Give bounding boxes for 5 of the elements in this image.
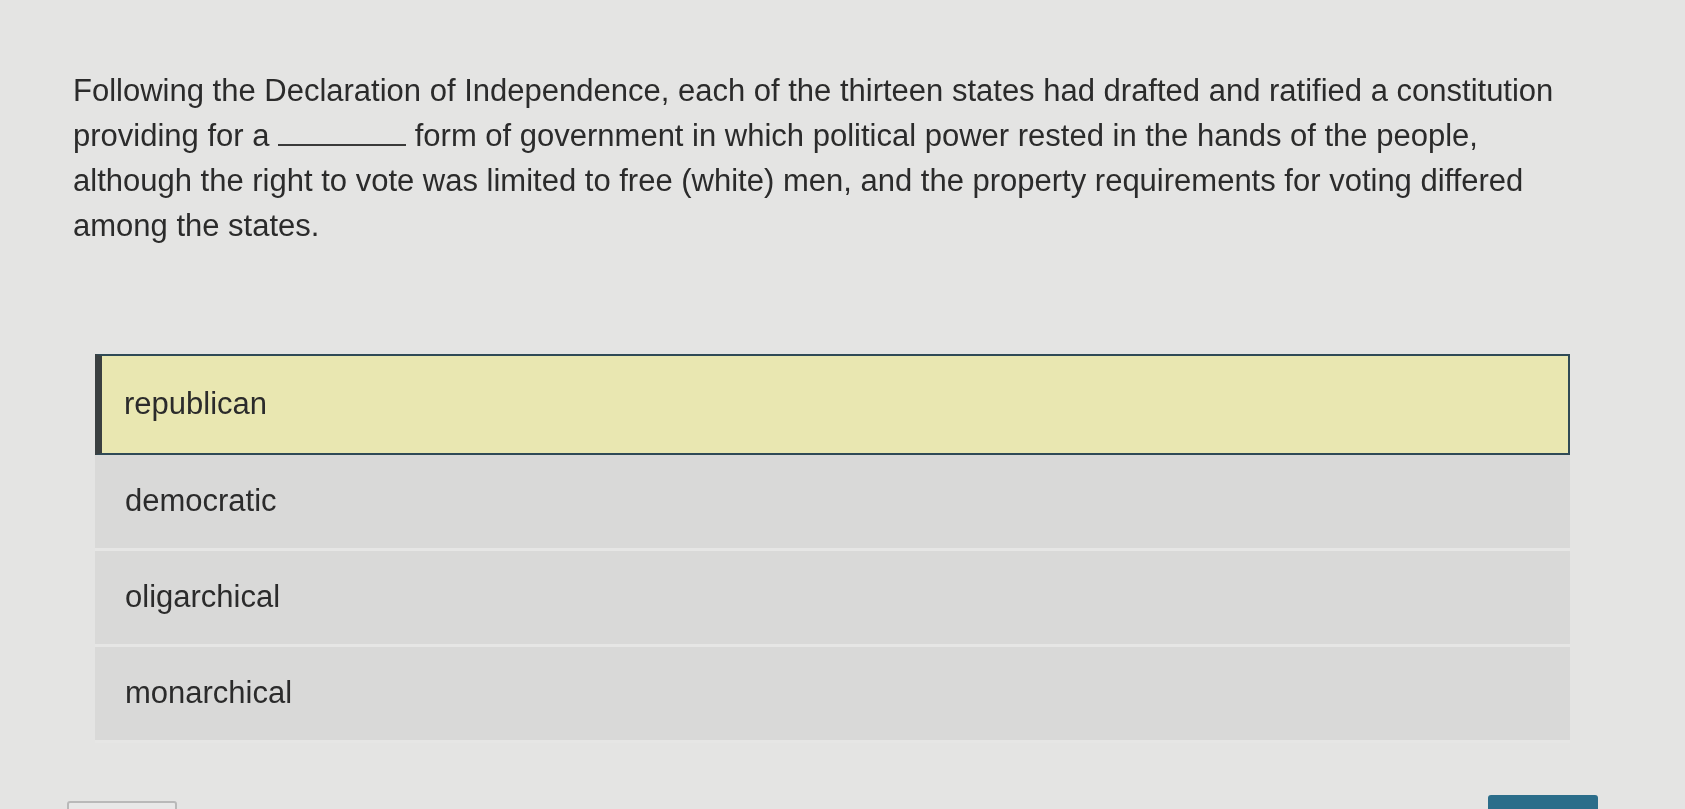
answer-option[interactable]: democratic [95,455,1570,551]
answer-option[interactable]: monarchical [95,647,1570,743]
question-text: Following the Declaration of Independence, each of the thirteen states had drafted and ratified a constitution providing for a form of government in which political power rested in the hands of the people, although the right to vote was limited to free (white) men, and the property requirements for voting differed among the states. [73,72,1555,245]
answer-option[interactable]: republican [95,354,1570,455]
answer-option[interactable]: oligarchical [95,551,1570,647]
